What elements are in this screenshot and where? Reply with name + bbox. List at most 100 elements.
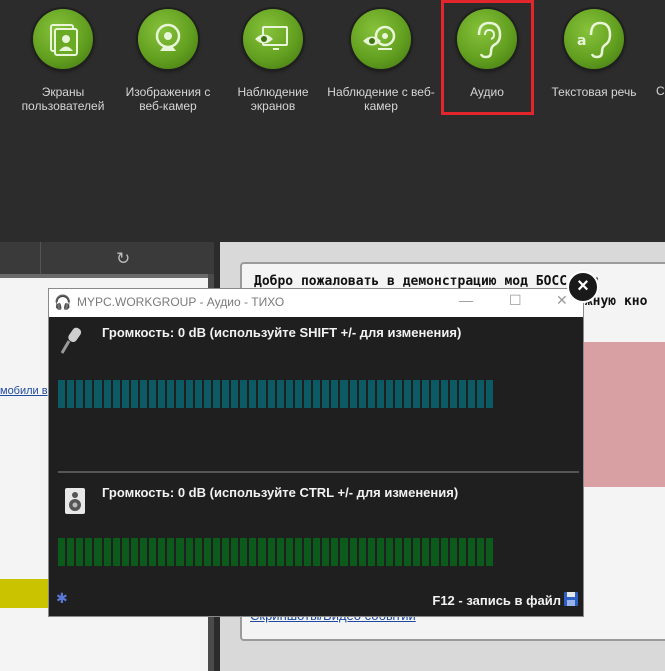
meter-segment [303,538,312,566]
meter-segment [240,538,248,566]
meter-segment [139,380,148,408]
meter-segment [112,538,120,566]
meter-segment [149,538,157,566]
meter-segment [231,538,239,566]
meter-segment [422,538,430,566]
meter-segment [121,380,129,408]
meter-segment [477,380,485,408]
meter-segment [322,538,330,566]
meter-segment [404,380,412,408]
record-to-file-label: F12 - запись в файл [432,593,561,608]
meter-segment [313,380,321,408]
meter-segment [449,538,457,566]
meter-segment [249,380,257,408]
meter-segment [221,538,230,566]
left-panel-separator [0,274,208,278]
headphones-icon: 🎧 [54,294,72,310]
dialog-titlebar[interactable]: 🎧 MYPC.WORKGROUP - Аудио - ТИХО — ☐ ✕ [49,289,583,317]
meter-segment [58,380,66,408]
webcam-icon [138,9,198,69]
meter-segment [349,380,357,408]
meter-segment [203,538,211,566]
toolbar-item-label: Текстовая речь [551,85,637,99]
meter-segment [303,380,312,408]
meter-segment [203,380,211,408]
meter-segment [413,380,421,408]
meter-segment [340,380,348,408]
meter-segment [367,380,375,408]
refresh-icon[interactable]: ↻ [116,249,130,269]
close-overlay-icon[interactable]: × [567,271,599,303]
meter-segment [185,538,193,566]
meter-segment [367,538,375,566]
selected-tool-highlight [441,0,534,115]
meter-segment [486,380,494,408]
meter-segment [285,538,293,566]
meter-segment [185,380,193,408]
meter-segment [340,538,348,566]
meter-segment [413,538,421,566]
meter-segment [103,538,111,566]
meter-segment [294,380,302,408]
meter-segment [121,538,129,566]
eye-monitor-icon [243,9,303,69]
meter-segment [194,538,202,566]
meter-segment [313,538,321,566]
minimize-button[interactable]: — [459,292,473,308]
meter-segment [76,380,84,408]
audio-dialog: 🎧 MYPC.WORKGROUP - Аудио - ТИХО — ☐ ✕ Гр… [48,288,584,617]
meter-segment [358,380,366,408]
meter-segment [449,380,457,408]
meter-segment [467,380,476,408]
svg-text:a: a [577,33,586,49]
speaker-level-meter [58,538,494,566]
close-button[interactable]: ✕ [556,292,568,309]
meter-segment [276,538,284,566]
bluetooth-icon[interactable]: ✱ [56,590,68,607]
meter-segment [458,380,466,408]
meter-segment [249,538,257,566]
meter-segment [395,538,403,566]
dialog-body: Громкость: 0 dB (используйте SHIFT +/- д… [49,317,583,617]
meter-segment [322,380,330,408]
dialog-title: MYPC.WORKGROUP - Аудио - ТИХО [77,295,285,309]
meter-segment [376,380,384,408]
meter-segment [94,380,102,408]
meter-segment [176,538,184,566]
meter-segment [358,538,366,566]
meter-segment [130,380,138,408]
meter-segment [395,380,403,408]
meter-segment [349,538,357,566]
meter-segment [112,380,120,408]
meter-segment [103,380,111,408]
meter-segment [240,380,248,408]
maximize-button[interactable]: ☐ [509,292,522,309]
toolbar-item-label: Экраны пользователей [21,85,105,113]
meter-segment [76,538,84,566]
meter-segment [221,380,230,408]
meter-segment [167,538,175,566]
tab-divider [40,242,41,274]
toolbar-item-label: Наблюдение с веб-камер [327,85,435,113]
toolbar-item-label: Наблюдение экранов [237,85,309,113]
meter-segment [167,380,175,408]
meter-segment [385,538,394,566]
meter-segment [285,380,293,408]
meter-segment [267,380,275,408]
meter-segment [258,380,266,408]
dialog-divider [58,471,579,473]
meter-segment [276,380,284,408]
meter-segment [149,380,157,408]
meter-segment [331,538,339,566]
meter-segment [422,380,430,408]
microphone-icon [60,327,82,354]
left-panel-link[interactable]: мобили в [0,385,48,397]
meter-segment [431,538,439,566]
eye-webcam-icon [351,9,411,69]
save-icon[interactable] [563,591,579,607]
meter-segment [404,538,412,566]
meter-segment [58,538,66,566]
meter-segment [467,538,476,566]
speaker-volume-label: Громкость: 0 dB (используйте CTRL +/- дл… [102,485,459,500]
mic-level-meter [58,380,494,408]
